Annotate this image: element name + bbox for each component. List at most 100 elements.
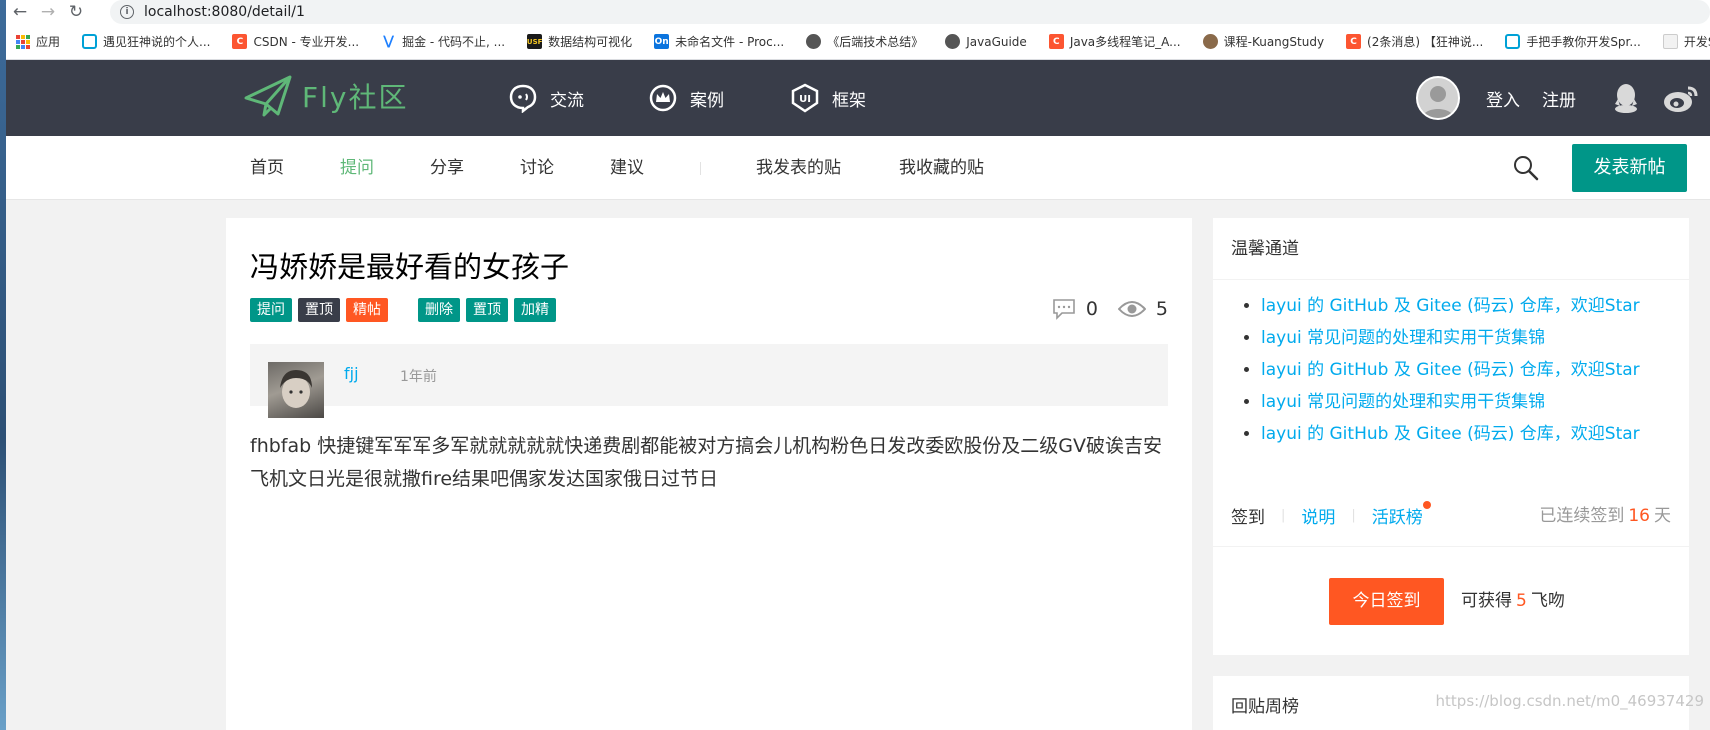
post-time: 1年前: [400, 369, 437, 385]
header-user-area: 登入 注册: [1416, 60, 1710, 136]
bilibili-icon: [82, 34, 98, 49]
paper-plane-icon: [244, 75, 292, 117]
bookmark-item[interactable]: 遇见狂神说的个人...: [72, 30, 222, 54]
forward-arrow-icon[interactable]: →: [34, 0, 62, 24]
watermark-text: https://blog.csdn.net/m0_46937429: [1435, 692, 1704, 710]
tab-active-rank[interactable]: 活跃榜: [1372, 501, 1431, 528]
post-badges: 提问 置顶 精帖 删除 置顶 加精: [250, 298, 562, 322]
author-avatar[interactable]: [268, 362, 324, 418]
bookmark-item[interactable]: JavaGuide: [935, 30, 1039, 54]
comment-icon: [1053, 299, 1075, 320]
tab-description[interactable]: 说明: [1301, 503, 1335, 528]
bookmark-item[interactable]: C CSDN - 专业开发...: [222, 30, 371, 54]
post-detail-card: 冯娇娇是最好看的女孩子 提问 置顶 精帖 删除 置顶 加精 0 5 fjj 1年…: [226, 218, 1192, 730]
author-name[interactable]: fjj: [344, 364, 359, 383]
subnav-my-favorites[interactable]: 我收藏的贴: [899, 136, 984, 200]
csdn-icon: C: [232, 34, 248, 49]
streak-days: 16: [1628, 506, 1650, 526]
pin-action[interactable]: 置顶: [466, 298, 508, 322]
bookmark-item[interactable]: 手把手教你开发Spr...: [1495, 30, 1653, 54]
sign-in-card: 签到 | 说明 | 活跃榜 已连续签到 16 天 今日签到 可获得 5 飞吻: [1213, 485, 1689, 655]
register-link[interactable]: 注册: [1542, 86, 1576, 111]
globe-icon: [806, 34, 822, 49]
apps-grid-icon: [16, 34, 30, 49]
tip-link[interactable]: layui 常见问题的处理和实用干货集锦: [1261, 322, 1689, 354]
nav-framework[interactable]: UI 框架: [790, 60, 866, 136]
page-icon: [1662, 34, 1678, 49]
url-text[interactable]: localhost:8080/detail/1: [144, 4, 305, 20]
sign-tabs: 签到 | 说明 | 活跃榜 已连续签到 16 天: [1213, 485, 1689, 547]
weibo-icon[interactable]: [1662, 82, 1700, 114]
crown-icon: [649, 84, 677, 112]
post-title: 冯娇娇是最好看的女孩子: [250, 250, 570, 284]
nav-cases[interactable]: 案例: [648, 60, 724, 136]
bookmark-apps[interactable]: 应用: [6, 30, 72, 54]
tips-title: 温馨通道: [1213, 218, 1689, 280]
browser-address-row: ← → ↻ i localhost:8080/detail/1: [6, 0, 1710, 24]
new-post-button[interactable]: 发表新帖: [1572, 144, 1687, 192]
svg-text:UI: UI: [799, 94, 811, 105]
tips-list: layui 的 GitHub 及 Gitee (码云) 仓库，欢迎Star la…: [1213, 280, 1689, 450]
sub-navigation: 首页 提问 分享 讨论 建议 我发表的贴 我收藏的贴 发表新帖: [6, 136, 1710, 200]
reward-amount: 5: [1516, 591, 1527, 611]
bookmark-item[interactable]: C Java多线程笔记_A...: [1039, 30, 1193, 54]
post-stats: 0 5: [1032, 298, 1168, 320]
notification-dot: [1422, 501, 1431, 509]
bookmark-item[interactable]: 开发SpringB: [1653, 30, 1710, 54]
bookmark-item[interactable]: C (2条消息) 【狂神说...: [1336, 30, 1495, 54]
user-avatar-icon[interactable]: [1416, 76, 1460, 120]
qq-icon[interactable]: [1612, 82, 1640, 114]
subnav-home[interactable]: 首页: [250, 136, 284, 200]
juejin-icon: ⋁: [383, 34, 395, 49]
address-bar[interactable]: i localhost:8080/detail/1: [110, 0, 1710, 24]
info-icon[interactable]: i: [120, 5, 134, 19]
view-count: 5: [1155, 298, 1168, 320]
tip-link[interactable]: layui 的 GitHub 及 Gitee (码云) 仓库，欢迎Star: [1261, 418, 1689, 450]
desktop-background-strip: [0, 0, 6, 730]
bilibili-icon: [1505, 34, 1521, 49]
subnav-suggest[interactable]: 建议: [610, 136, 644, 200]
nav-label: 框架: [832, 90, 866, 111]
kuang-icon: [1202, 34, 1218, 49]
tab-sign[interactable]: 签到: [1231, 503, 1265, 528]
bookmark-item[interactable]: 课程-KuangStudy: [1193, 30, 1336, 54]
nav-label: 交流: [550, 90, 584, 111]
tag-question: 提问: [250, 298, 292, 322]
bookmark-item[interactable]: ⋁ 掘金 - 代码不止, ...: [371, 30, 517, 54]
globe-icon: [945, 34, 961, 49]
comment-stat: 0: [1052, 298, 1098, 320]
layui-shield-icon: UI: [791, 83, 819, 113]
subnav-question[interactable]: 提问: [340, 136, 374, 200]
tag-top: 置顶: [298, 298, 340, 322]
subnav-share[interactable]: 分享: [430, 136, 464, 200]
delete-action[interactable]: 删除: [418, 298, 460, 322]
tip-link[interactable]: layui 常见问题的处理和实用干货集锦: [1261, 386, 1689, 418]
tip-link[interactable]: layui 的 GitHub 及 Gitee (码云) 仓库，欢迎Star: [1261, 354, 1689, 386]
bookmark-item[interactable]: On 未命名文件 - Proc...: [644, 30, 796, 54]
logo-text: Fly社区: [302, 81, 409, 114]
feature-action[interactable]: 加精: [514, 298, 556, 322]
subnav-my-posts[interactable]: 我发表的贴: [756, 136, 841, 200]
subnav-divider: [700, 162, 701, 175]
processon-icon: On: [654, 34, 670, 49]
tips-card: 温馨通道 layui 的 GitHub 及 Gitee (码云) 仓库，欢迎St…: [1213, 218, 1689, 496]
site-logo[interactable]: Fly社区: [244, 74, 408, 118]
csdn-icon: C: [1346, 34, 1362, 49]
reload-icon[interactable]: ↻: [62, 0, 90, 24]
subnav-discuss[interactable]: 讨论: [520, 136, 554, 200]
bookmark-item[interactable]: 《后端技术总结》: [796, 30, 935, 54]
nav-exchange[interactable]: 交流: [508, 60, 584, 136]
sign-reward: 可获得 5 飞吻: [1461, 591, 1565, 611]
bookmark-item[interactable]: USF 数据结构可视化: [517, 30, 644, 54]
login-link[interactable]: 登入: [1486, 86, 1520, 111]
nav-label: 案例: [690, 90, 724, 111]
eye-icon: [1117, 301, 1146, 317]
chat-bubble-icon: [509, 84, 537, 113]
tip-link[interactable]: layui 的 GitHub 及 Gitee (码云) 仓库，欢迎Star: [1261, 290, 1689, 322]
sign-in-button[interactable]: 今日签到: [1329, 578, 1444, 625]
back-arrow-icon[interactable]: ←: [6, 0, 34, 24]
bookmarks-bar: 应用 遇见狂神说的个人... C CSDN - 专业开发... ⋁ 掘金 - 代码不…: [6, 24, 1710, 60]
view-stat: 5: [1117, 298, 1168, 320]
csdn-icon: C: [1048, 34, 1064, 49]
search-icon[interactable]: [1512, 154, 1540, 182]
